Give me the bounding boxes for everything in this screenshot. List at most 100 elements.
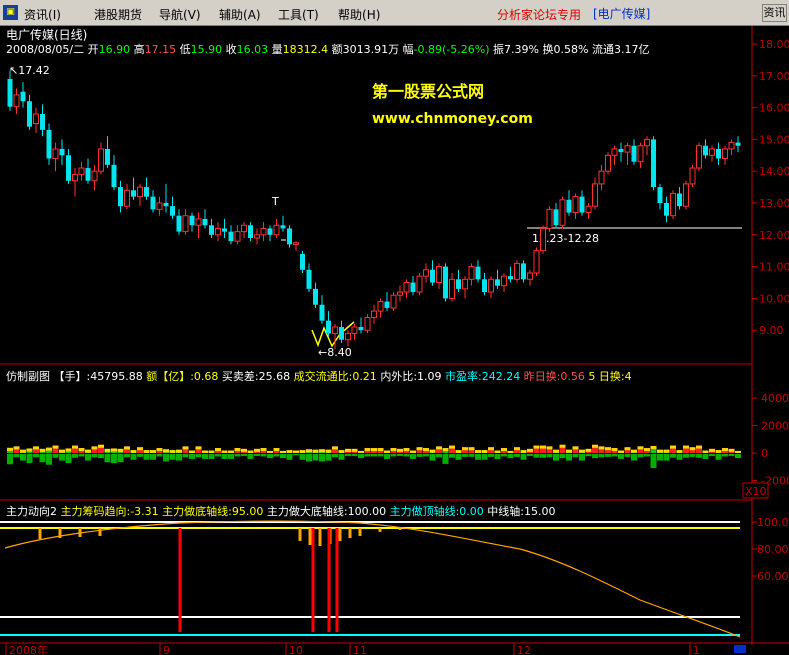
volume-bar-cap [624,447,631,451]
volume-bar-cap [176,449,182,453]
volume-bar-down [228,454,234,459]
menu-item-navigate[interactable]: 导航(V) [159,6,201,23]
volume-bar-cap [293,450,299,453]
quote-line: 2008/08/05/二 开16.90 高17.15 低15.90 收16.03… [6,42,649,56]
volume-bar-cap [59,449,65,453]
header-value: :0.56 [557,370,589,383]
candle-body [313,288,318,305]
candle-body [631,145,637,162]
quote-label: 幅 [403,43,414,56]
volume-bar-cap [546,446,553,450]
candle-body [716,148,721,159]
volume-bar-down [306,454,312,462]
menu-item-assist[interactable]: 辅助(A) [219,6,261,23]
volume-bar-down [332,454,338,458]
volume-bar-cap [215,448,221,452]
watermark-title: 第一股票公式网 [372,82,484,101]
volume-bar-cap [221,450,228,453]
candle-body [410,282,416,293]
scroll-marker[interactable] [734,645,746,653]
candle-body [91,170,98,182]
volume-bar-cap [33,446,39,450]
menu-item-tools[interactable]: 工具(T) [278,6,319,23]
candle-body [27,101,32,127]
header-value: :0.68 [190,370,222,383]
volume-bar-down [579,454,585,461]
quote-value: 18312.4 [283,43,332,56]
candle-body [501,275,507,287]
candle-body [728,142,735,150]
volume-bar-cap [299,450,306,453]
volume-bar-cap [442,448,449,452]
volume-bar-down [319,454,325,462]
stock-name-bracket[interactable]: [电广传媒] [593,5,650,22]
volume-bar-cap [364,448,371,452]
menu-item-help[interactable]: 帮助(H) [338,6,380,23]
y-tick-label: 12.00 [759,229,789,242]
candle-body [358,327,364,331]
y-ticks-main: 18.00 17.00 16.00 15.00 14.00 13.00 12.00 11.00… [752,38,789,337]
volume-bar-down [312,454,319,461]
volume-bar-cap [241,448,247,452]
volume-bar-cap [319,449,325,453]
volume-bar-cap [533,445,540,449]
volume-bar-cap [689,447,696,451]
volume-bar-down [657,454,663,461]
header-value: :0.00 [456,505,488,518]
volume-bar-cap [78,448,85,452]
volume-bar-cap [670,445,676,449]
volume-bar-down [260,454,267,457]
volume-bar-down [377,454,384,457]
volume-bar-down [605,454,611,457]
volume-bar-down [247,454,254,459]
volume-bar-cap [13,446,20,450]
volume-bar-down [546,454,553,458]
y-tick-label: 13.00 [759,197,789,210]
candle-body [475,266,481,280]
volume-bar-cap [397,448,403,452]
candle-body [339,327,344,340]
volume-bar-cap [481,450,488,453]
chart-title: 电广传媒(日线) [6,27,87,42]
x-tick-label: 12 [517,644,531,655]
header-label: 主力做顶轴线 [390,504,456,518]
volume-bar-cap [611,448,618,452]
volume-bar-cap [735,450,741,453]
candle-body [456,279,461,289]
candle-body [144,187,149,197]
volume-bar-down [735,454,741,459]
volume-bar-cap [332,446,338,450]
volume-bar-down [345,454,351,457]
scale-label: X10 [745,485,767,498]
volume-bar-cap [130,450,137,453]
volume-bar-cap [527,448,533,452]
menu-item-hk-futures[interactable]: 港股期货 [94,6,142,23]
volume-bar-cap [702,450,709,453]
volume-bar-down [59,454,65,461]
volume-bar-down [722,454,728,457]
volume-bar-cap [403,448,410,452]
quote-value: 0.58% [554,43,592,56]
volume-bar-down [468,454,475,457]
candle-body [384,301,390,308]
volume-bar-down [436,454,442,458]
volume-bar-down [384,454,390,459]
quote-value: 3013.91万 [343,43,403,56]
info-button[interactable]: 资讯 [762,4,787,22]
volume-bar-cap [358,450,364,453]
quote-label: 换 [543,42,554,56]
candle-body [430,269,435,283]
candle-body [118,187,123,207]
y-tick-label: 60.00 [757,570,789,583]
volume-bar-cap [39,448,46,452]
menu-item-info[interactable]: 资讯(I) [24,6,61,23]
app-icon[interactable]: ▣ [3,5,18,20]
candle-body [150,196,156,210]
stock-chart[interactable]: 电广传媒(日线) 2008/08/05/二 开16.90 高17.15 低15.… [0,26,789,655]
volume-bar-down [566,454,572,461]
candle-body [592,183,598,207]
volume-bar-cap [52,445,59,449]
volume-bar-cap [26,448,33,452]
candle-body [131,190,136,197]
volume-bar-down [215,454,221,457]
